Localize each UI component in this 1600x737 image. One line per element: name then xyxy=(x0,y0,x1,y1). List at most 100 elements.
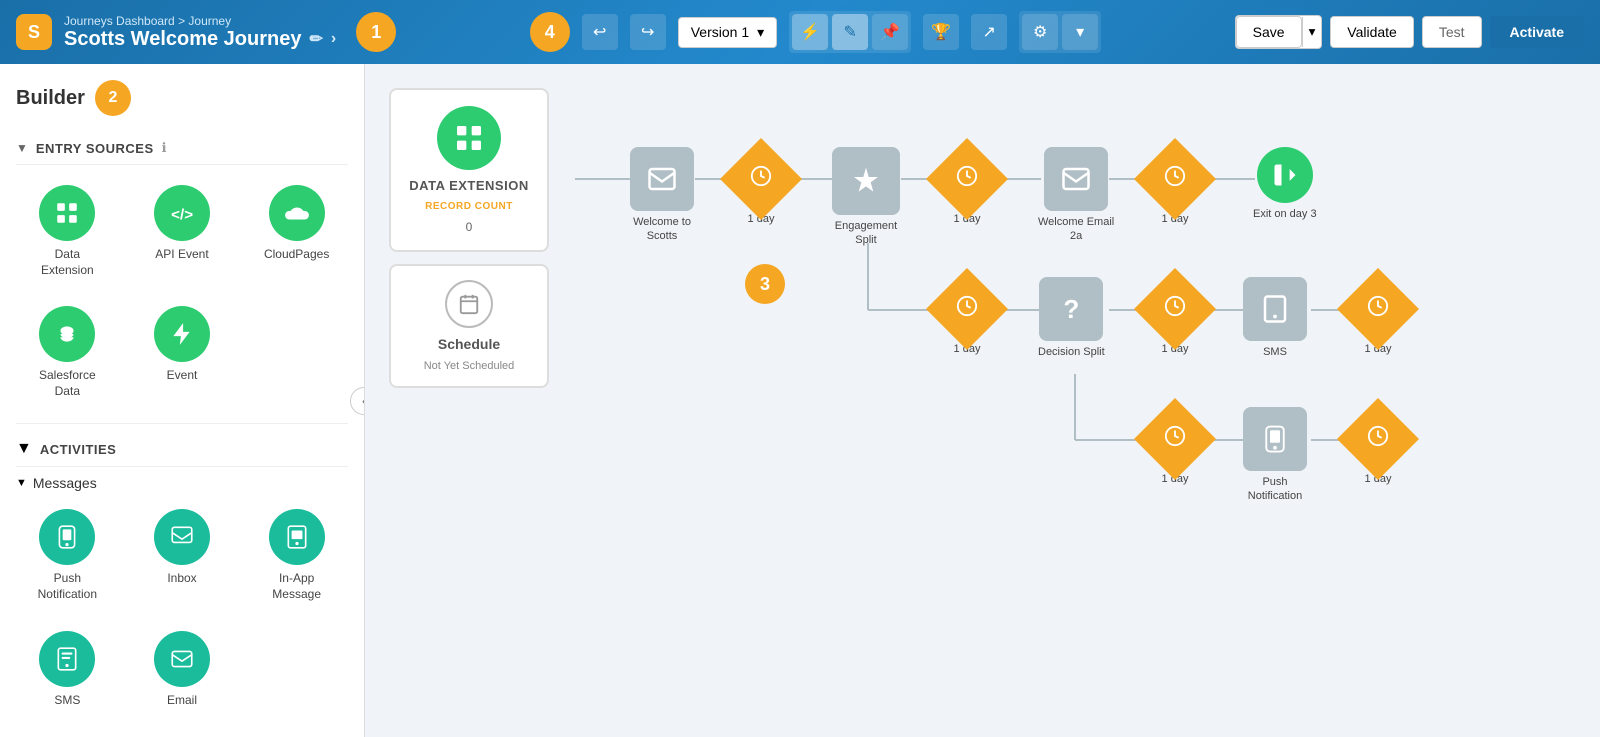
inapp-message-icon xyxy=(269,509,325,565)
activate-button[interactable]: Activate xyxy=(1490,16,1584,48)
node-engagement-split[interactable]: EngagementSplit xyxy=(832,147,900,248)
welcome-email-2a-shape xyxy=(1044,147,1108,211)
filter-button[interactable]: ⚡ xyxy=(792,14,828,50)
exit-shape-container xyxy=(1257,147,1313,203)
topbar-actions: Save ▾ Validate Test Activate xyxy=(1235,15,1584,49)
redo-button[interactable]: ↪ xyxy=(630,14,666,50)
schedule-status: Not Yet Scheduled xyxy=(424,360,515,372)
pen-button[interactable]: ✎ xyxy=(832,14,868,50)
node-wait-8[interactable]: 1 day xyxy=(1349,410,1407,486)
schedule-icon xyxy=(445,280,493,328)
test-button[interactable]: Test xyxy=(1422,16,1482,48)
data-extension-card-title: DATA EXTENSION xyxy=(409,178,528,193)
settings-chevron[interactable]: ▾ xyxy=(1062,14,1098,50)
flow-area: Welcome toScotts 1 day EngagementSplit xyxy=(575,88,1600,668)
entry-salesforce-data[interactable]: SalesforceData xyxy=(16,298,119,407)
sidebar-title: Builder xyxy=(16,87,85,110)
data-extension-card[interactable]: DATA EXTENSION RECORD COUNT 0 xyxy=(389,88,549,252)
node-push-notification[interactable]: PushNotification xyxy=(1243,407,1307,504)
api-event-icon: </> xyxy=(154,185,210,241)
msg-push-notification[interactable]: PushNotification xyxy=(16,501,119,610)
collapse-sidebar-button[interactable]: ‹ xyxy=(350,387,365,415)
messages-section[interactable]: ▼ Messages xyxy=(16,475,348,491)
inbox-icon xyxy=(154,509,210,565)
save-button[interactable]: Save xyxy=(1236,16,1302,48)
activities-chevron: ▼ xyxy=(16,440,32,458)
welcome-email-2a-label: Welcome Email2a xyxy=(1038,215,1114,244)
divider-1 xyxy=(16,423,348,424)
node-exit-day3[interactable]: Exit on day 3 xyxy=(1253,147,1317,221)
save-dropdown-button[interactable]: ▾ xyxy=(1302,17,1322,47)
breadcrumb: Journeys Dashboard > Journey xyxy=(64,14,336,28)
activities-section[interactable]: ▼ ACTIVITIES xyxy=(16,432,348,467)
wait7-shape xyxy=(1134,398,1216,480)
toolbar-group: ⚡ ✎ 📌 xyxy=(789,11,911,53)
decision-split-label: Decision Split xyxy=(1038,345,1105,359)
messages-chevron: ▼ xyxy=(16,477,27,489)
wait5-shape xyxy=(1134,268,1216,350)
wait2-shape xyxy=(926,138,1008,220)
entry-event[interactable]: Event xyxy=(131,298,234,407)
data-extension-icon xyxy=(39,185,95,241)
entry-sources-section[interactable]: ▼ ENTRY SOURCES ℹ xyxy=(16,132,348,165)
entry-sources-label: ENTRY SOURCES xyxy=(36,141,154,156)
msg-sms[interactable]: SMS xyxy=(16,623,119,717)
entry-sources-info-icon[interactable]: ℹ xyxy=(162,140,167,156)
welcome-email-label: Welcome toScotts xyxy=(633,215,691,244)
msg-email[interactable]: Email xyxy=(131,623,234,717)
entry-data-extension[interactable]: DataExtension xyxy=(16,177,119,286)
badge-3: 3 xyxy=(745,264,785,304)
salesforce-data-icon xyxy=(39,306,95,362)
edit-icon[interactable]: ✏ xyxy=(309,29,322,49)
chevron-down-icon: ▾ xyxy=(757,24,764,41)
wait5-inner xyxy=(1164,295,1186,323)
node-wait-6[interactable]: 1 day xyxy=(1349,280,1407,356)
undo-button[interactable]: ↩ xyxy=(582,14,618,50)
wait6-shape xyxy=(1337,268,1419,350)
node-wait-1[interactable]: 1 day xyxy=(732,150,790,226)
engagement-split-label: EngagementSplit xyxy=(835,219,897,248)
decision-split-shape: ? xyxy=(1039,277,1103,341)
salesforce-data-label: SalesforceData xyxy=(39,368,96,399)
entry-api-event[interactable]: </> API Event xyxy=(131,177,234,286)
canvas: DATA EXTENSION RECORD COUNT 0 Schedule N… xyxy=(365,64,1600,737)
schedule-card[interactable]: Schedule Not Yet Scheduled xyxy=(389,264,549,388)
wait7-inner xyxy=(1164,425,1186,453)
msg-inbox[interactable]: Inbox xyxy=(131,501,234,610)
journey-title: Scotts Welcome Journey ✏ › xyxy=(64,28,336,51)
wait8-inner xyxy=(1367,425,1389,453)
sidebar: Builder 2 ▼ ENTRY SOURCES ℹ DataExtensio… xyxy=(0,64,365,737)
trophy-button[interactable]: 🏆 xyxy=(923,14,959,50)
sms-label-flow: SMS xyxy=(1263,345,1287,359)
event-icon xyxy=(154,306,210,362)
node-welcome-email-2a[interactable]: Welcome Email2a xyxy=(1038,147,1114,244)
pin-button[interactable]: 📌 xyxy=(872,14,908,50)
entry-sources-chevron: ▼ xyxy=(16,141,28,155)
exit-shape xyxy=(1257,147,1313,203)
node-wait-2[interactable]: 1 day xyxy=(938,150,996,226)
node-decision-split[interactable]: ? Decision Split xyxy=(1038,277,1105,359)
push-notification-label-flow: PushNotification xyxy=(1248,475,1302,504)
forward-icon: › xyxy=(331,30,336,48)
node-wait-3[interactable]: 1 day xyxy=(1146,150,1204,226)
logo: S xyxy=(16,14,52,50)
entry-cloud-pages[interactable]: CloudPages xyxy=(245,177,348,286)
messages-grid: PushNotification Inbox In-AppMessage SMS xyxy=(16,501,348,716)
record-count-label: RECORD COUNT xyxy=(425,201,513,212)
version-selector[interactable]: Version 1 ▾ xyxy=(678,17,777,48)
node-welcome-email[interactable]: Welcome toScotts xyxy=(630,147,694,244)
settings-button[interactable]: ⚙ xyxy=(1022,14,1058,50)
data-extension-label: DataExtension xyxy=(41,247,94,278)
wait3-shape xyxy=(1134,138,1216,220)
validate-button[interactable]: Validate xyxy=(1330,16,1414,48)
api-event-label: API Event xyxy=(155,247,208,263)
msg-inapp-message[interactable]: In-AppMessage xyxy=(245,501,348,610)
node-wait-4[interactable]: 1 day xyxy=(938,280,996,356)
export-button[interactable]: ↗ xyxy=(971,14,1007,50)
data-extension-card-icon xyxy=(437,106,501,170)
node-sms[interactable]: SMS xyxy=(1243,277,1307,359)
node-wait-7[interactable]: 1 day xyxy=(1146,410,1204,486)
node-wait-5[interactable]: 1 day xyxy=(1146,280,1204,356)
schedule-title: Schedule xyxy=(438,336,500,352)
email-icon xyxy=(154,631,210,687)
